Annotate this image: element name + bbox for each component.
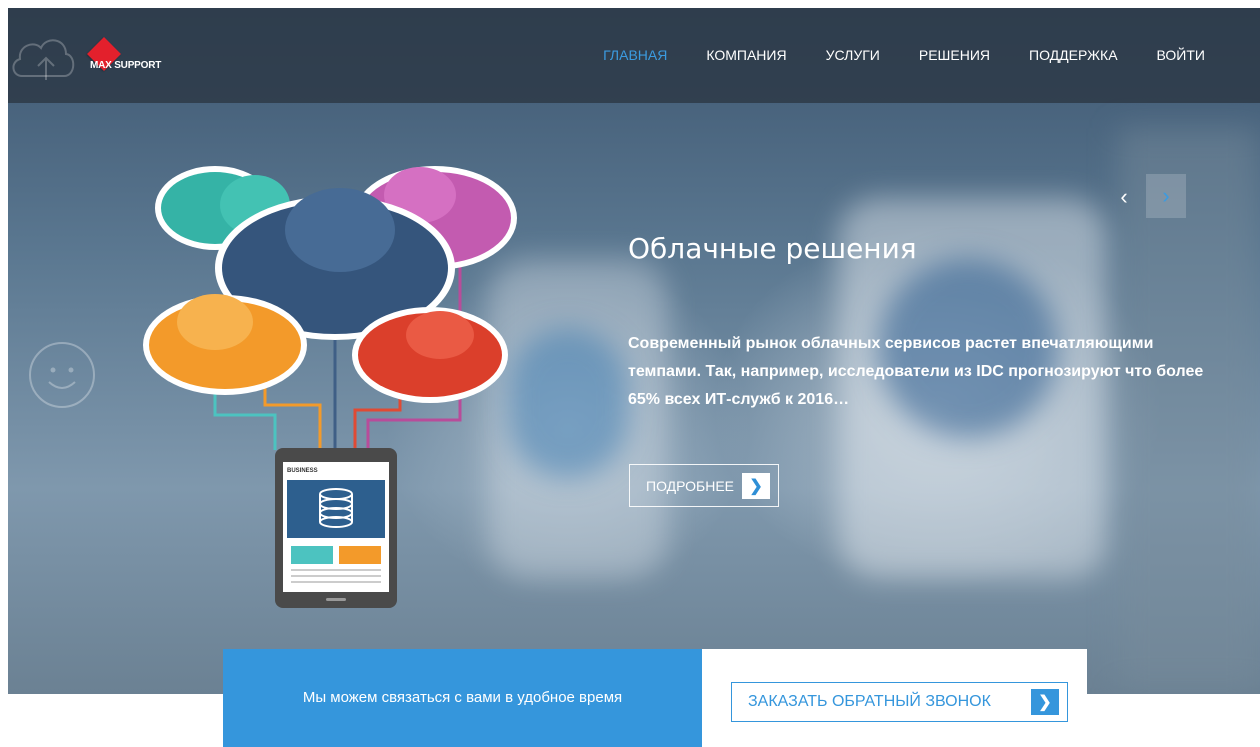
nav-item-services[interactable]: УСЛУГИ bbox=[826, 47, 880, 63]
site-header: MAX SUPPORT ГЛАВНАЯ КОМПАНИЯ УСЛУГИ РЕШЕ… bbox=[8, 8, 1260, 103]
read-more-label: ПОДРОБНЕЕ bbox=[646, 477, 735, 494]
nav-item-company[interactable]: КОМПАНИЯ bbox=[706, 47, 786, 63]
slide-description: Современный рынок облачных сервисов раст… bbox=[628, 335, 1204, 408]
page: MAX SUPPORT ГЛАВНАЯ КОМПАНИЯ УСЛУГИ РЕШЕ… bbox=[0, 0, 1260, 747]
main-nav: ГЛАВНАЯ КОМПАНИЯ УСЛУГИ РЕШЕНИЯ ПОДДЕРЖК… bbox=[564, 47, 1205, 63]
callback-panel: ЗАКАЗАТЬ ОБРАТНЫЙ ЗВОНОК ❯ bbox=[702, 649, 1087, 747]
nav-item-solutions[interactable]: РЕШЕНИЯ bbox=[919, 47, 990, 63]
slider-next-button[interactable]: › bbox=[1146, 174, 1186, 218]
slide-title: Облачные решения bbox=[628, 232, 917, 265]
tablet-device: BUSINESS bbox=[275, 448, 397, 608]
cloud-illustration: BUSINESS bbox=[143, 166, 517, 608]
logo-text: MAX SUPPORT bbox=[90, 60, 162, 71]
read-more-button[interactable]: ПОДРОБНЕЕ ❯ bbox=[629, 464, 780, 507]
tablet-business-label: BUSINESS bbox=[287, 468, 318, 474]
chevron-right-icon: ❯ bbox=[742, 472, 771, 499]
logo[interactable]: MAX SUPPORT bbox=[80, 37, 190, 78]
red-cloud bbox=[352, 307, 508, 403]
callback-banner: Мы можем связаться с вами в удобное врем… bbox=[223, 649, 702, 747]
chevron-left-icon: ‹ bbox=[1120, 184, 1128, 209]
chevron-right-icon: › bbox=[1162, 183, 1170, 208]
order-callback-button[interactable]: ЗАКАЗАТЬ ОБРАТНЫЙ ЗВОНОК ❯ bbox=[731, 682, 1068, 722]
nav-item-login[interactable]: ВОЙТИ bbox=[1157, 47, 1205, 63]
callback-text: Мы можем связаться с вами в удобное врем… bbox=[302, 689, 623, 706]
smiley-icon bbox=[29, 342, 95, 408]
order-callback-label: ЗАКАЗАТЬ ОБРАТНЫЙ ЗВОНОК bbox=[748, 693, 991, 710]
nav-item-support[interactable]: ПОДДЕРЖКА bbox=[1029, 47, 1118, 63]
chevron-right-icon: ❯ bbox=[1031, 689, 1059, 715]
nav-item-home[interactable]: ГЛАВНАЯ bbox=[603, 47, 667, 63]
hero-background-shape bbox=[508, 328, 628, 478]
slider-prev-button[interactable]: ‹ bbox=[1106, 176, 1142, 218]
cloud-upload-icon bbox=[12, 39, 75, 80]
